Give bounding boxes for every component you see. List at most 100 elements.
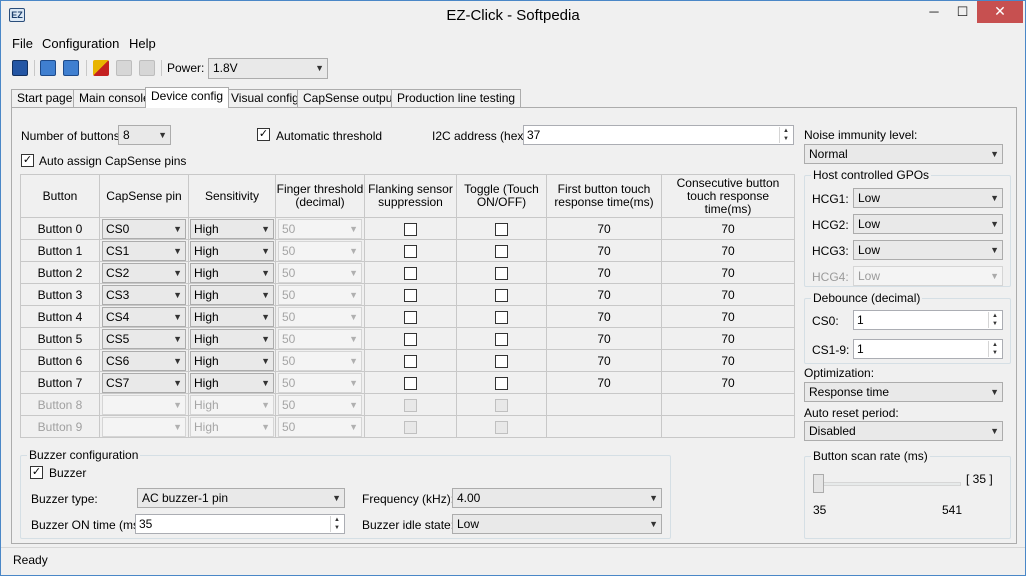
flanking-checkbox[interactable]: [404, 244, 417, 258]
buzzer-on-time-input[interactable]: 35 ▲ ▼: [135, 514, 345, 534]
sensitivity-select[interactable]: High ▼: [190, 372, 274, 393]
auto-assign-checkbox[interactable]: ✓: [21, 154, 34, 167]
menu-configuration[interactable]: Configuration: [42, 36, 119, 51]
toggle-checkbox[interactable]: [495, 420, 508, 434]
pin-select[interactable]: CS6 ▼: [102, 350, 186, 371]
flanking-checkbox[interactable]: [404, 288, 417, 302]
pin-select[interactable]: CS0 ▼: [102, 218, 186, 239]
sensitivity-select[interactable]: High ▼: [190, 284, 274, 305]
toggle-checkbox[interactable]: [495, 376, 508, 390]
first-touch-value: 70: [597, 287, 611, 302]
minimize-button[interactable]: ─: [920, 1, 948, 23]
toggle-checkbox[interactable]: [495, 310, 508, 324]
tab-main-console[interactable]: Main console: [73, 89, 156, 108]
threshold-select[interactable]: 50 ▼: [278, 284, 362, 305]
cell-button: Button 6: [20, 349, 100, 372]
menu-help[interactable]: Help: [129, 36, 156, 51]
threshold-select[interactable]: 50 ▼: [278, 372, 362, 393]
num-buttons-select[interactable]: 8 ▼: [118, 125, 171, 145]
pin-select[interactable]: CS2 ▼: [102, 262, 186, 283]
save-icon[interactable]: [12, 60, 28, 76]
optimization-select[interactable]: Response time ▼: [804, 382, 1003, 402]
gpo-select[interactable]: Low ▼: [853, 188, 1003, 208]
sensitivity-select[interactable]: High ▼: [190, 416, 274, 437]
pin-select[interactable]: CS5 ▼: [102, 328, 186, 349]
gpo-select[interactable]: Low ▼: [853, 266, 1003, 286]
gpo-select[interactable]: Low ▼: [853, 214, 1003, 234]
sensitivity-select[interactable]: High ▼: [190, 262, 274, 283]
sensitivity-select[interactable]: High ▼: [190, 306, 274, 327]
i2c-address-input[interactable]: 37 ▲ ▼: [523, 125, 794, 145]
pin-select[interactable]: CS1 ▼: [102, 240, 186, 261]
sensitivity-select[interactable]: High ▼: [190, 240, 274, 261]
flanking-checkbox[interactable]: [404, 332, 417, 346]
tab-production-line-testing[interactable]: Production line testing: [391, 89, 522, 108]
flanking-checkbox[interactable]: [404, 398, 417, 412]
scan-rate-slider-thumb[interactable]: [813, 474, 824, 493]
spin-arrows-icon[interactable]: ▲ ▼: [779, 127, 792, 143]
toggle-checkbox[interactable]: [495, 266, 508, 280]
spin-arrows-icon[interactable]: ▲ ▼: [988, 341, 1001, 357]
cs19-input[interactable]: 1 ▲ ▼: [853, 339, 1003, 359]
flanking-checkbox[interactable]: [404, 222, 417, 236]
write-icon[interactable]: [63, 60, 79, 76]
threshold-select[interactable]: 50 ▼: [278, 328, 362, 349]
flanking-checkbox[interactable]: [404, 310, 417, 324]
scan-rate-group: Button scan rate (ms) [ 35 ] 35 541: [804, 449, 1011, 539]
tab-device-config[interactable]: Device config: [145, 87, 230, 108]
sensitivity-select[interactable]: High ▼: [190, 350, 274, 371]
noise-immunity-select[interactable]: Normal ▼: [804, 144, 1003, 164]
cell-button: Button 8: [20, 393, 100, 416]
close-button[interactable]: ✕: [977, 1, 1023, 23]
frequency-select[interactable]: 4.00 ▼: [452, 488, 662, 508]
sensitivity-select[interactable]: High ▼: [190, 218, 274, 239]
buzzer-checkbox[interactable]: ✓: [30, 466, 43, 479]
spin-arrows-icon[interactable]: ▲ ▼: [988, 312, 1001, 328]
threshold-select[interactable]: 50 ▼: [278, 218, 362, 239]
sensitivity-select[interactable]: High ▼: [190, 394, 274, 415]
pin-select[interactable]: CS7 ▼: [102, 372, 186, 393]
maximize-button[interactable]: ☐: [949, 1, 976, 23]
threshold-select[interactable]: 50 ▼: [278, 394, 362, 415]
flanking-checkbox[interactable]: [404, 420, 417, 434]
menu-file[interactable]: File: [12, 36, 33, 51]
threshold-select[interactable]: 50 ▼: [278, 262, 362, 283]
read-icon[interactable]: [40, 60, 56, 76]
threshold-select[interactable]: 50 ▼: [278, 416, 362, 437]
power-select[interactable]: 1.8V ▼: [208, 58, 328, 79]
buzzer-idle-select[interactable]: Low ▼: [452, 514, 662, 534]
toggle-checkbox[interactable]: [495, 244, 508, 258]
auto-reset-select[interactable]: Disabled ▼: [804, 421, 1003, 441]
pin-select[interactable]: ▼: [102, 394, 186, 415]
toggle-checkbox[interactable]: [495, 354, 508, 368]
toggle-checkbox[interactable]: [495, 222, 508, 236]
tab-start-page[interactable]: Start page: [11, 89, 79, 108]
sensitivity-select[interactable]: High ▼: [190, 328, 274, 349]
consecutive-touch-value: 70: [721, 375, 735, 390]
cell-first-touch: 70: [546, 349, 662, 372]
pin-select[interactable]: CS4 ▼: [102, 306, 186, 327]
chip-icon[interactable]: [93, 60, 109, 76]
cs0-input[interactable]: 1 ▲ ▼: [853, 310, 1003, 330]
pin-select[interactable]: ▼: [102, 416, 186, 437]
pin-select[interactable]: CS3 ▼: [102, 284, 186, 305]
tab-visual-config[interactable]: Visual config: [225, 89, 305, 108]
flanking-checkbox[interactable]: [404, 354, 417, 368]
spin-arrows-icon[interactable]: ▲ ▼: [330, 516, 343, 532]
gpo-select[interactable]: Low ▼: [853, 240, 1003, 260]
download-icon[interactable]: [116, 60, 132, 76]
auto-threshold-checkbox[interactable]: ✓: [257, 128, 270, 141]
flanking-checkbox[interactable]: [404, 376, 417, 390]
toggle-checkbox[interactable]: [495, 398, 508, 412]
flanking-checkbox[interactable]: [404, 266, 417, 280]
program-icon[interactable]: [139, 60, 155, 76]
pin-select-value: CS4: [106, 309, 130, 324]
toggle-checkbox[interactable]: [495, 332, 508, 346]
threshold-select[interactable]: 50 ▼: [278, 240, 362, 261]
threshold-select[interactable]: 50 ▼: [278, 350, 362, 371]
buzzer-type-select[interactable]: AC buzzer-1 pin ▼: [137, 488, 345, 508]
toggle-checkbox[interactable]: [495, 288, 508, 302]
threshold-select[interactable]: 50 ▼: [278, 306, 362, 327]
tab-capsense-output[interactable]: CapSense output: [297, 89, 402, 108]
cell-threshold: 50 ▼: [275, 327, 365, 350]
